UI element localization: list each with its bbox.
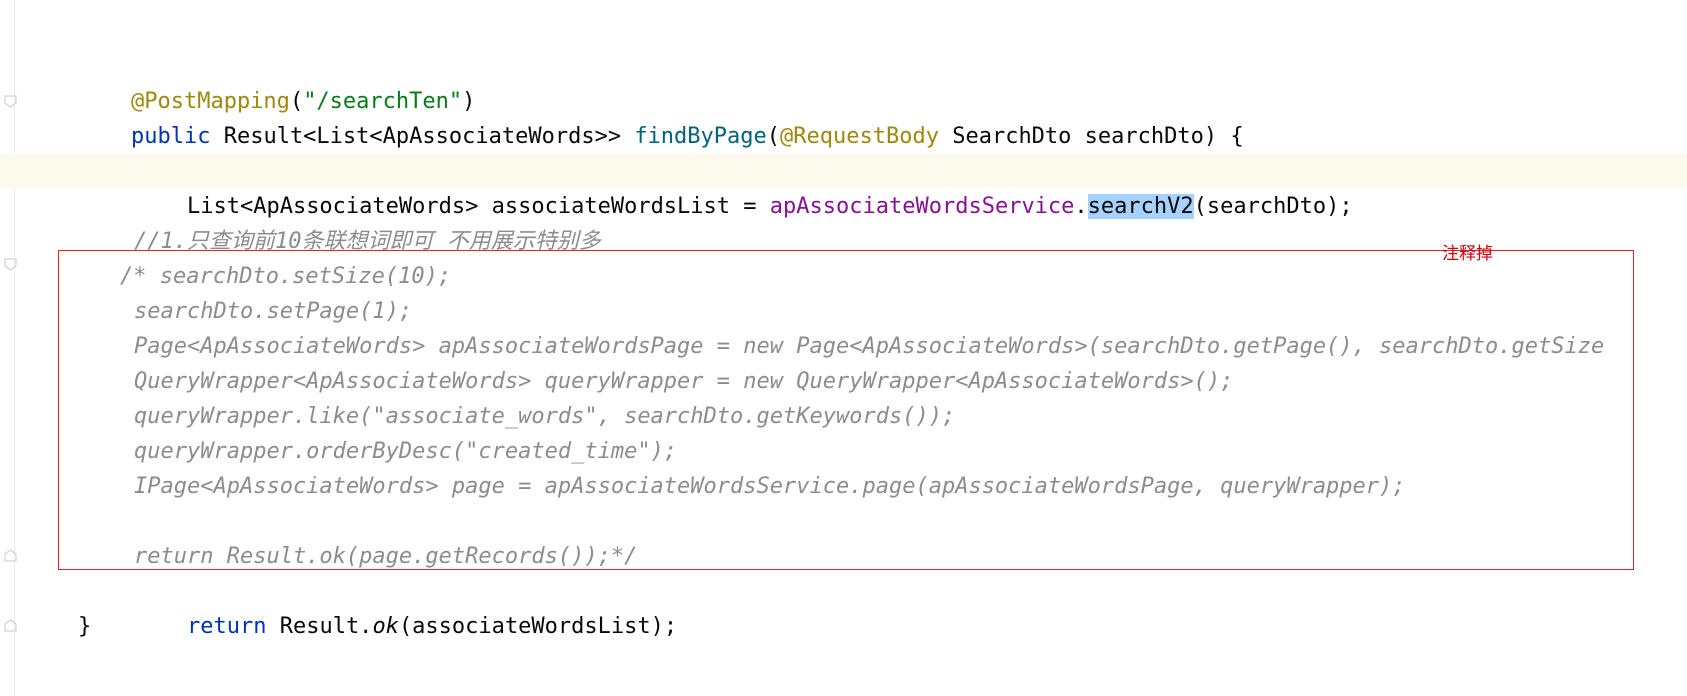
code-line-method-signature[interactable]: public Result<List<ApAssociateWords>> fi… (78, 84, 1244, 149)
paren-open: ( (766, 124, 781, 149)
method-params: SearchDto searchDto) { (938, 124, 1244, 149)
method-name-findbypage: findByPage (634, 124, 767, 149)
fold-marker-icon[interactable] (4, 95, 17, 108)
result-class: Result. (266, 614, 373, 639)
code-editor[interactable]: @PostMapping("/searchTen") public Result… (0, 0, 1687, 696)
keyword-return: return (186, 614, 267, 639)
return-type: Result<List<ApAssociateWords>> (210, 124, 635, 149)
fold-marker-icon[interactable] (4, 258, 17, 271)
member-dot: . (1074, 194, 1088, 219)
selected-text-searchv2[interactable]: searchV2 (1087, 194, 1194, 219)
keyword-public: public (130, 124, 211, 149)
fold-end-marker-icon[interactable] (4, 619, 17, 632)
return-args: (associateWordsList); (398, 614, 678, 639)
fold-end-marker-icon[interactable] (4, 549, 17, 562)
annotation-note: 注释掉 (1442, 244, 1493, 264)
service-field: apAssociateWordsService (769, 194, 1075, 219)
code-line-current[interactable]: List<ApAssociateWords> associateWordsLis… (0, 154, 1687, 219)
annotation-requestbody: @RequestBody (780, 124, 939, 149)
call-suffix: (searchDto); (1193, 194, 1353, 219)
closing-brace[interactable]: } (78, 609, 91, 644)
code-line-postmapping[interactable]: @PostMapping("/searchTen") (78, 49, 475, 114)
code-line-return[interactable]: return Result.ok(associateWordsList); (134, 574, 677, 639)
assignment-prefix: List<ApAssociateWords> associateWordsLis… (186, 194, 770, 219)
static-method-ok: ok (372, 614, 399, 639)
highlight-box (58, 250, 1634, 570)
